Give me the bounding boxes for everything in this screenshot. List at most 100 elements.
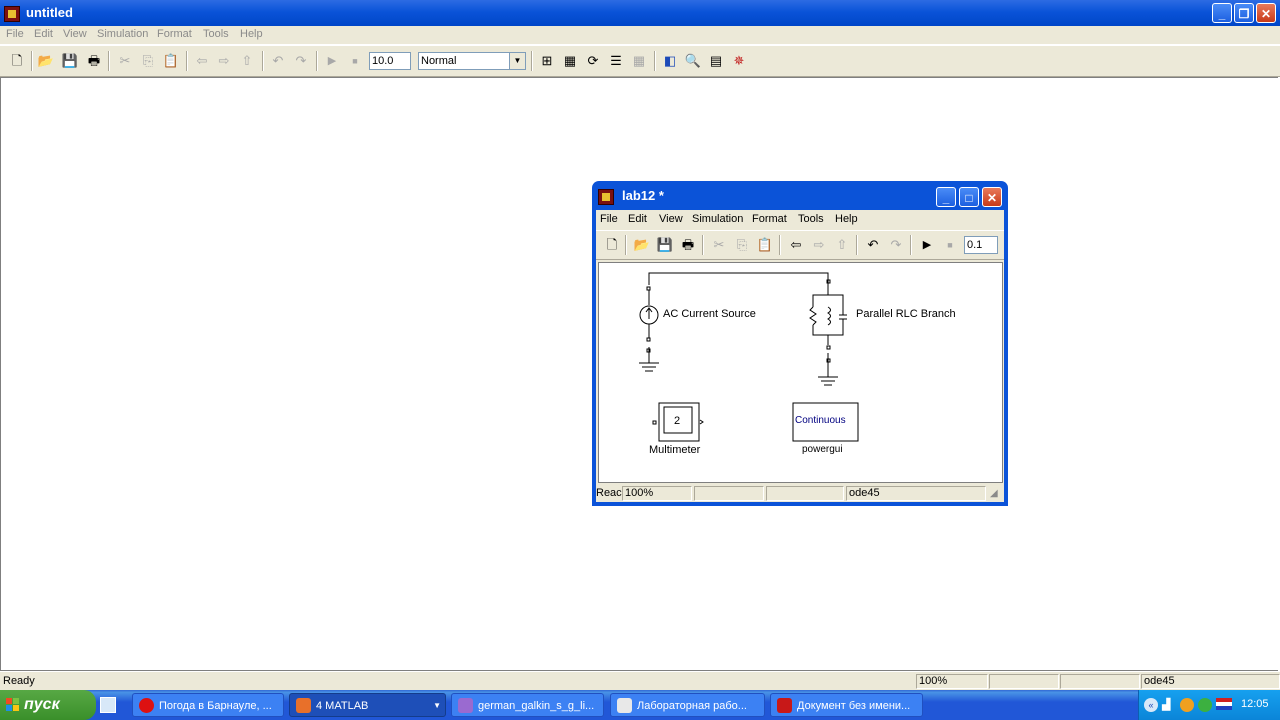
- copy-icon[interactable]: ⎘: [139, 52, 157, 70]
- simulation-mode-select[interactable]: Normal ▼: [418, 52, 526, 70]
- redo-icon[interactable]: ↷: [292, 52, 310, 70]
- powergui-label[interactable]: powergui: [802, 444, 843, 455]
- lab12-forward-arrow-icon[interactable]: ⇨: [810, 236, 828, 254]
- system-tray: « ▟ 12:05: [1138, 690, 1280, 720]
- lab12-cut-icon[interactable]: ✂: [710, 236, 728, 254]
- library-grid-icon[interactable]: ▦: [561, 52, 579, 70]
- menu-simulation[interactable]: Simulation: [97, 28, 148, 40]
- matlab-icon: [296, 698, 311, 713]
- main-menu-bar: File Edit View Simulation Format Tools H…: [0, 26, 1280, 44]
- stop-time-input[interactable]: 10.0: [369, 52, 411, 70]
- multimeter-value: 2: [674, 415, 681, 427]
- refresh-icon[interactable]: ⟳: [584, 52, 602, 70]
- menu-view[interactable]: View: [63, 28, 87, 40]
- new-model-icon[interactable]: 🗋: [8, 52, 26, 70]
- lab12-maximize-button[interactable]: □: [959, 187, 979, 207]
- back-arrow-icon[interactable]: ⇦: [193, 52, 211, 70]
- ac-source-port-top: [646, 286, 651, 291]
- layers-icon[interactable]: ☰: [607, 52, 625, 70]
- lab12-menu-simulation[interactable]: Simulation: [692, 213, 743, 225]
- menu-file[interactable]: File: [6, 28, 24, 40]
- lab12-undo-icon[interactable]: ↶: [864, 236, 882, 254]
- taskbar-matlab-button[interactable]: 4 MATLAB ▼: [289, 693, 446, 717]
- taskbar-task-label: Лабораторная рабо...: [637, 700, 747, 712]
- lab12-copy-icon[interactable]: ⎘: [733, 236, 751, 254]
- ac-current-source-label[interactable]: AC Current Source: [663, 308, 756, 320]
- lab12-print-icon[interactable]: 🖶: [679, 236, 697, 254]
- lab12-back-arrow-icon[interactable]: ⇦: [787, 236, 805, 254]
- taskbar-document-button[interactable]: Документ без имени...: [770, 693, 923, 717]
- lab12-app-icon[interactable]: [598, 189, 614, 205]
- lab12-open-icon[interactable]: 📂: [633, 236, 651, 254]
- lab12-menu-edit[interactable]: Edit: [628, 213, 647, 225]
- target-icon[interactable]: ✵: [730, 52, 748, 70]
- group-chevron-down-icon[interactable]: ▼: [433, 694, 441, 716]
- open-icon[interactable]: 📂: [37, 52, 55, 70]
- clock[interactable]: 12:05: [1241, 698, 1269, 710]
- restore-button[interactable]: ❐: [1234, 3, 1254, 23]
- minimize-button[interactable]: _: [1212, 3, 1232, 23]
- grid-disabled-icon[interactable]: ▦: [630, 52, 648, 70]
- document-viewer-icon: [458, 698, 473, 713]
- taskbar-word-button[interactable]: Лабораторная рабо...: [610, 693, 765, 717]
- lab12-paste-icon[interactable]: 📋: [756, 236, 774, 254]
- lab12-model-canvas[interactable]: AC Current Source Parallel RLC Branch 2 …: [598, 262, 1003, 483]
- debugger-icon[interactable]: ▤: [707, 52, 725, 70]
- print-icon[interactable]: 🖶: [85, 52, 103, 70]
- main-toolbar: 🗋 📂 💾 🖶 ✂ ⎘ 📋 ⇦ ⇨ ⇧ ↶ ↷ ▶ ■ 10.0 Normal …: [0, 46, 1280, 77]
- undo-icon[interactable]: ↶: [269, 52, 287, 70]
- build-icon[interactable]: ⊞: [538, 52, 556, 70]
- ac-source-port-bottom: [646, 337, 651, 342]
- opera-icon: [139, 698, 154, 713]
- menu-edit[interactable]: Edit: [34, 28, 53, 40]
- lab12-save-icon[interactable]: 💾: [656, 236, 674, 254]
- menu-format[interactable]: Format: [157, 28, 192, 40]
- main-title-bar[interactable]: untitled _ ❐ ✕: [0, 0, 1280, 26]
- network-icon[interactable]: [1198, 698, 1212, 712]
- lab12-menu-file[interactable]: File: [600, 213, 618, 225]
- play-icon[interactable]: ▶: [323, 52, 341, 70]
- multimeter-label[interactable]: Multimeter: [649, 444, 700, 456]
- paste-icon[interactable]: 📋: [162, 52, 180, 70]
- menu-tools[interactable]: Tools: [203, 28, 229, 40]
- toolbar-separator: [31, 51, 33, 71]
- lab12-menu-format[interactable]: Format: [752, 213, 787, 225]
- lab12-menu-help[interactable]: Help: [835, 213, 858, 225]
- lab12-close-button[interactable]: ✕: [982, 187, 1002, 207]
- rlc-top-bus: [812, 294, 844, 307]
- signal-icon[interactable]: ▟: [1162, 698, 1176, 712]
- library-browser-icon[interactable]: ◧: [661, 52, 679, 70]
- start-button[interactable]: пуск: [0, 690, 96, 720]
- lab12-stop-time-input[interactable]: 0.1: [964, 236, 998, 254]
- menu-help[interactable]: Help: [240, 28, 263, 40]
- lab12-redo-icon[interactable]: ↷: [887, 236, 905, 254]
- parallel-rlc-branch-label[interactable]: Parallel RLC Branch: [856, 308, 956, 320]
- word-document-icon: [617, 698, 632, 713]
- resize-grip-icon[interactable]: ◢: [990, 488, 998, 499]
- powergui-value[interactable]: Continuous: [795, 415, 846, 426]
- cut-icon[interactable]: ✂: [116, 52, 134, 70]
- simulink-app-icon[interactable]: [4, 6, 20, 22]
- forward-arrow-icon[interactable]: ⇨: [215, 52, 233, 70]
- stop-icon[interactable]: ■: [346, 52, 364, 70]
- lab12-window[interactable]: lab12 * _ □ ✕ File Edit View Simulation …: [592, 181, 1008, 506]
- lab12-up-arrow-icon[interactable]: ⇧: [833, 236, 851, 254]
- taskbar-pdf-button[interactable]: german_galkin_s_g_li...: [451, 693, 604, 717]
- show-desktop-icon[interactable]: [100, 697, 116, 713]
- model-explorer-icon[interactable]: 🔍: [684, 52, 702, 70]
- up-arrow-icon[interactable]: ⇧: [238, 52, 256, 70]
- lab12-stop-icon[interactable]: ■: [941, 236, 959, 254]
- close-button[interactable]: ✕: [1256, 3, 1276, 23]
- tray-expand-icon[interactable]: «: [1144, 698, 1158, 712]
- tray-app-icon[interactable]: [1180, 698, 1194, 712]
- language-flag-icon[interactable]: [1216, 698, 1232, 710]
- save-icon[interactable]: 💾: [61, 52, 79, 70]
- lab12-status-pane-empty-2: [766, 486, 844, 501]
- chevron-down-icon[interactable]: ▼: [509, 53, 525, 69]
- lab12-new-icon[interactable]: 🗋: [603, 236, 621, 254]
- lab12-menu-view[interactable]: View: [659, 213, 683, 225]
- lab12-menu-tools[interactable]: Tools: [798, 213, 824, 225]
- lab12-play-icon[interactable]: ▶: [918, 236, 936, 254]
- lab12-minimize-button[interactable]: _: [936, 187, 956, 207]
- taskbar-opera-button[interactable]: Погода в Барнауле, ...: [132, 693, 284, 717]
